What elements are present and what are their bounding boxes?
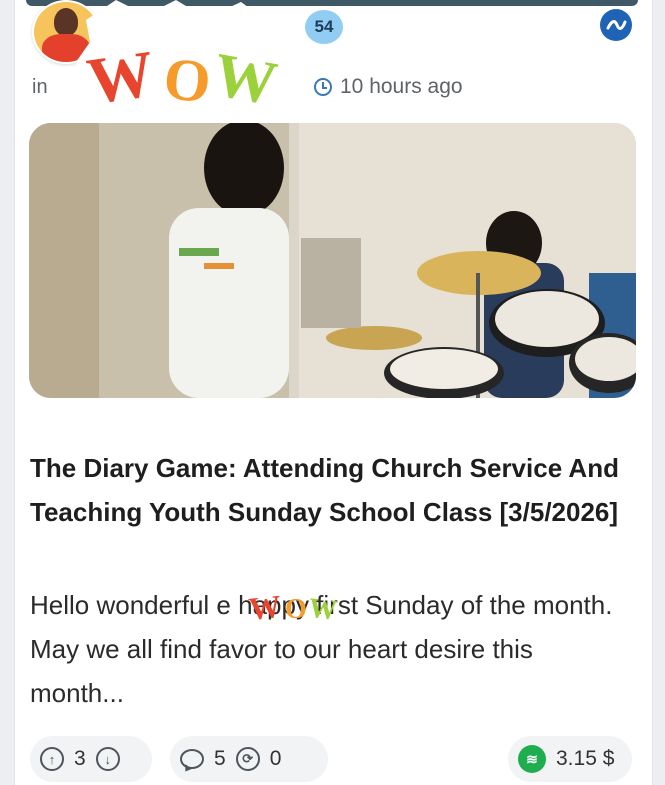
payout-amount: 3.15 $ [556, 747, 615, 770]
svg-text:O: O [161, 45, 214, 116]
arrow-down-icon[interactable]: ↓ [95, 747, 120, 771]
payout-pill[interactable]: ≋ 3.15 $ [508, 736, 632, 782]
comment-bubble-icon[interactable] [180, 749, 204, 769]
upvote-count: 3 [74, 747, 86, 770]
arrow-up-icon[interactable]: ↑ [40, 747, 64, 771]
svg-text:W: W [83, 37, 159, 118]
community-label[interactable]: in [32, 76, 48, 99]
wow-inline-sticker: W O W [247, 588, 345, 627]
steem-coin-icon: ≋ [518, 745, 546, 773]
svg-text:W: W [247, 588, 283, 624]
comment-resteem-actions: 5 ⟳ 0 [170, 736, 328, 782]
svg-text:O: O [285, 594, 307, 624]
time-ago-text: 10 hours ago [340, 75, 463, 98]
resteem-icon[interactable]: ⟳ [235, 747, 260, 771]
post-thumbnail[interactable] [29, 123, 636, 398]
vote-actions: ↑ 3 ↓ [30, 736, 152, 782]
steem-logo-icon[interactable] [600, 9, 632, 41]
comment-count: 5 [214, 747, 226, 770]
clock-icon [314, 78, 332, 96]
svg-text:W: W [307, 593, 338, 624]
resteem-count: 0 [269, 747, 282, 770]
reputation-badge: 54 [305, 10, 343, 44]
avatar-face [54, 8, 78, 36]
post-title[interactable]: The Diary Game: Attending Church Service… [30, 446, 620, 534]
svg-text:W: W [209, 41, 282, 119]
post-time: 10 hours ago [314, 75, 463, 99]
